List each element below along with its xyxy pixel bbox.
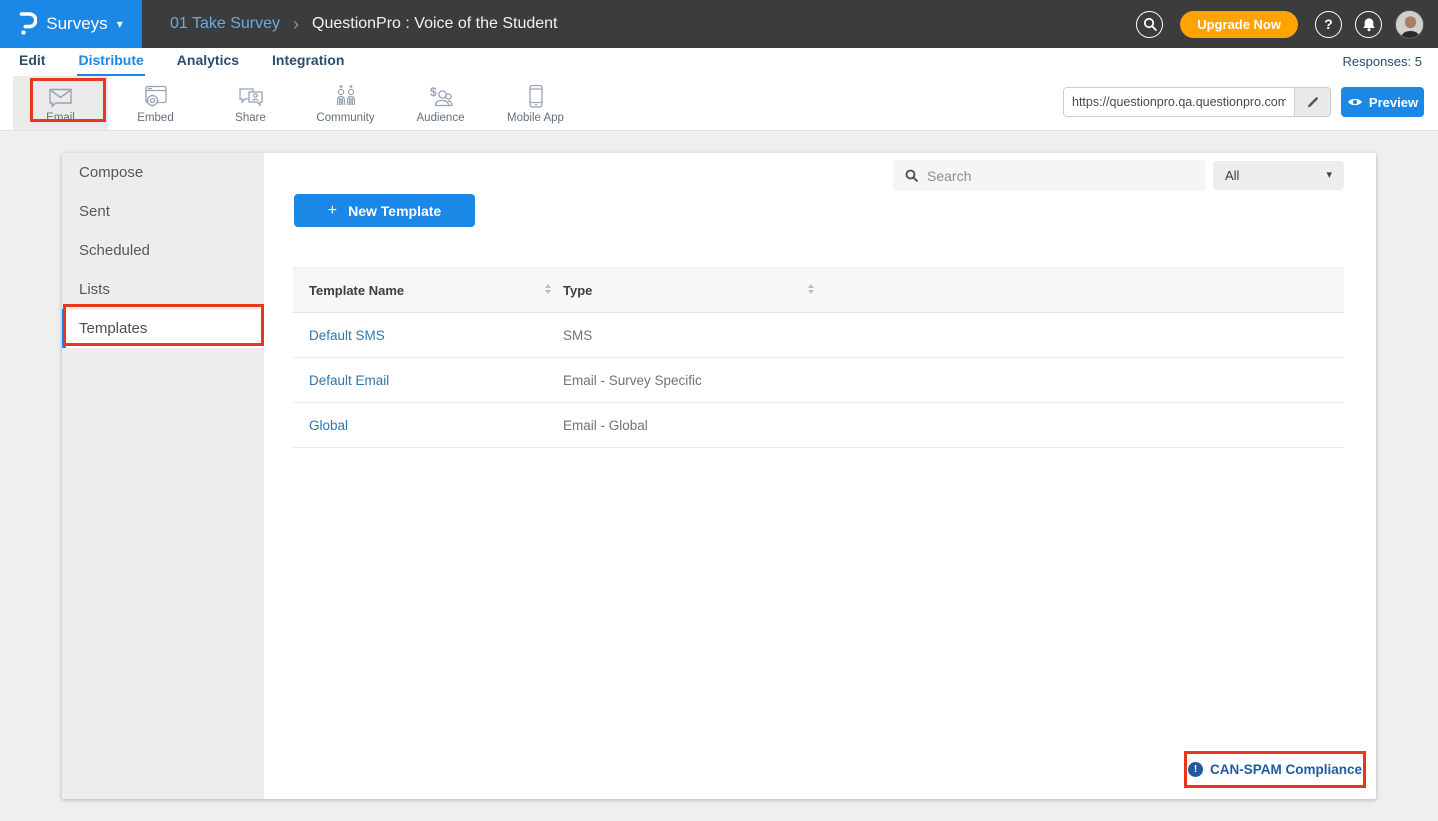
table-row: Default Email Email - Survey Specific: [293, 358, 1344, 403]
responses-count[interactable]: Responses: 5: [1343, 54, 1423, 69]
sidebar-item-scheduled[interactable]: Scheduled: [62, 231, 264, 270]
caret-down-icon: ▾: [1326, 170, 1332, 181]
channel-embed[interactable]: Embed: [108, 76, 203, 130]
channel-mobile-app[interactable]: Mobile App: [488, 76, 583, 130]
page-title: QuestionPro : Voice of the Student: [312, 15, 558, 33]
channel-label: Embed: [137, 112, 173, 124]
search-input[interactable]: [927, 168, 1193, 184]
plus-icon: +: [328, 202, 337, 220]
column-header-template-name[interactable]: Template Name: [309, 283, 404, 298]
column-header-type[interactable]: Type: [563, 283, 592, 298]
template-name-link[interactable]: Global: [309, 418, 348, 433]
share-icon: [237, 83, 265, 109]
sidebar-item-compose[interactable]: Compose: [62, 153, 264, 192]
notifications-bell-icon[interactable]: [1355, 11, 1382, 38]
channel-label: Share: [235, 112, 266, 124]
template-name-link[interactable]: Default SMS: [309, 328, 385, 343]
tab-edit[interactable]: Edit: [18, 48, 46, 74]
breadcrumb-survey-title[interactable]: 01 Take Survey: [170, 15, 280, 33]
new-template-label: New Template: [348, 203, 441, 219]
channel-strip: Email Embed: [13, 76, 583, 130]
survey-url-input[interactable]: [1064, 88, 1294, 116]
templates-table: Template Name Type Default SMS SMS Defau…: [293, 267, 1344, 448]
preview-button[interactable]: Preview: [1341, 87, 1424, 117]
eye-icon: [1347, 97, 1363, 107]
templates-content: All ▾ + New Template Template Name Type …: [264, 153, 1376, 799]
template-name-link[interactable]: Default Email: [309, 373, 389, 388]
channel-label: Community: [316, 112, 374, 124]
channel-label: Mobile App: [507, 112, 564, 124]
tab-analytics[interactable]: Analytics: [176, 48, 240, 74]
channel-share[interactable]: Share: [203, 76, 298, 130]
survey-nav: Edit Distribute Analytics Integration Re…: [0, 48, 1438, 76]
mobile-app-icon: [528, 83, 544, 109]
channel-label: Email: [46, 112, 75, 124]
email-icon: [47, 83, 74, 109]
template-type: Email - Global: [563, 418, 648, 433]
preview-label: Preview: [1369, 95, 1418, 110]
table-header-row: Template Name Type: [293, 267, 1344, 313]
tab-distribute[interactable]: Distribute: [77, 48, 144, 76]
caret-down-icon: ▾: [117, 18, 123, 30]
tab-integration[interactable]: Integration: [271, 48, 345, 74]
search-icon[interactable]: [1136, 11, 1163, 38]
sort-icon[interactable]: [808, 284, 814, 294]
avatar[interactable]: [1395, 10, 1424, 39]
audience-icon: $: [427, 83, 455, 109]
canspam-compliance-link[interactable]: ! CAN-SPAM Compliance: [1188, 762, 1362, 777]
breadcrumb: 01 Take Survey › QuestionPro : Voice of …: [170, 14, 558, 35]
new-template-button[interactable]: + New Template: [294, 194, 475, 227]
sort-icon[interactable]: [545, 284, 551, 294]
template-type: SMS: [563, 328, 592, 343]
community-icon: [333, 83, 359, 109]
chevron-right-icon: ›: [293, 14, 299, 35]
table-row: Global Email - Global: [293, 403, 1344, 448]
channel-label: Audience: [417, 112, 465, 124]
template-search-box: [893, 160, 1205, 191]
product-label: Surveys: [46, 14, 107, 34]
channel-email[interactable]: Email: [13, 76, 108, 130]
header-actions: Upgrade Now ?: [1136, 0, 1424, 48]
filter-value: All: [1225, 168, 1326, 183]
canspam-label: CAN-SPAM Compliance: [1210, 762, 1362, 777]
upgrade-now-button[interactable]: Upgrade Now: [1180, 11, 1298, 38]
help-icon[interactable]: ?: [1315, 11, 1342, 38]
app-header: Surveys ▾ 01 Take Survey › QuestionPro :…: [0, 0, 1438, 48]
email-sidebar: Compose Sent Scheduled Lists Templates: [62, 153, 264, 799]
annotation-box-canspam: ! CAN-SPAM Compliance: [1184, 751, 1366, 788]
questionpro-logo-icon: [19, 11, 37, 37]
pencil-icon: [1306, 95, 1320, 109]
embed-icon: [143, 83, 169, 109]
sidebar-item-sent[interactable]: Sent: [62, 192, 264, 231]
filter-dropdown[interactable]: All ▾: [1213, 161, 1344, 190]
survey-url-group: [1063, 87, 1331, 117]
info-icon: !: [1188, 762, 1203, 777]
svg-text:$: $: [430, 85, 437, 99]
email-section-card: Compose Sent Scheduled Lists Templates A…: [62, 153, 1376, 799]
template-type: Email - Survey Specific: [563, 373, 702, 388]
sidebar-item-templates[interactable]: Templates: [62, 309, 264, 348]
sidebar-item-lists[interactable]: Lists: [62, 270, 264, 309]
edit-url-button[interactable]: [1294, 88, 1330, 116]
distribute-toolbar: Email Embed: [0, 76, 1438, 131]
search-icon: [905, 169, 918, 182]
channel-audience[interactable]: $ Audience: [393, 76, 488, 130]
table-row: Default SMS SMS: [293, 313, 1344, 358]
surveys-menu[interactable]: Surveys ▾: [0, 0, 142, 48]
channel-community[interactable]: Community: [298, 76, 393, 130]
